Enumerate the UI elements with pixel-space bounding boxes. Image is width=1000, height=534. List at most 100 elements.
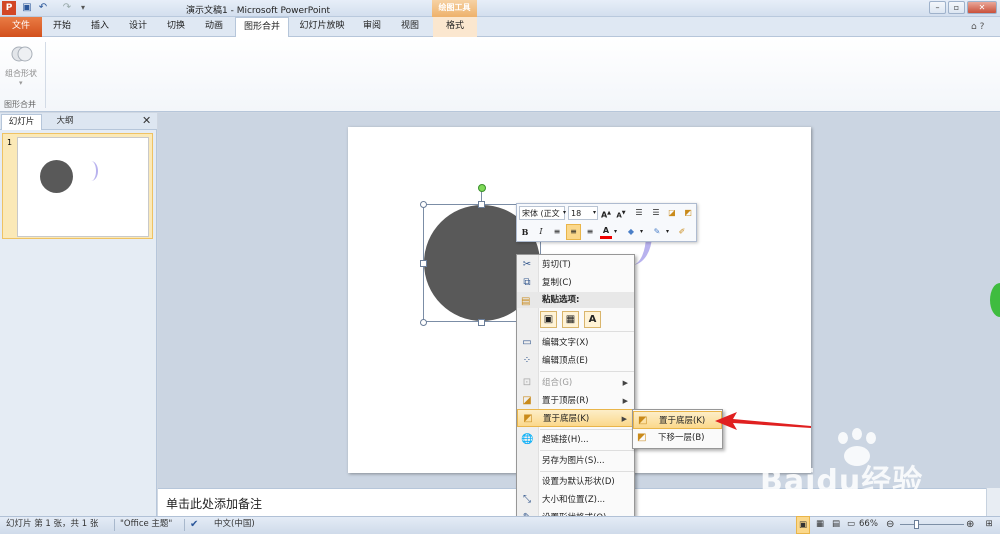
chevron-down-icon[interactable]: ▾ <box>664 225 671 239</box>
menu-item-cut[interactable]: ✂ 剪切(T) <box>517 256 634 274</box>
zoom-slider[interactable] <box>900 524 964 525</box>
resize-handle-n[interactable] <box>478 201 485 208</box>
submenu-item-send-backward[interactable]: ◩ 下移一层(B) <box>633 429 722 447</box>
align-right-icon[interactable]: ≡ <box>584 225 596 239</box>
shape-outline-icon[interactable]: ✎ <box>650 225 664 239</box>
font-name-box[interactable]: 宋体 (正文 <box>519 206 565 220</box>
notes-scrollbar[interactable] <box>986 488 1000 516</box>
menu-item-edit-points[interactable]: ⁘ 编辑顶点(E) <box>517 352 634 370</box>
send-backward-icon[interactable]: ◩ <box>682 206 694 220</box>
reading-view-icon[interactable]: ▤ <box>830 516 842 534</box>
paste-text-only-icon[interactable]: A <box>584 311 601 328</box>
menu-separator <box>540 471 634 472</box>
tab-animations[interactable]: 动画 <box>200 17 228 37</box>
save-icon[interactable]: ▣ <box>20 1 34 15</box>
spell-check-icon[interactable]: ✔ <box>190 516 198 534</box>
close-button[interactable]: ✕ <box>967 1 997 14</box>
resize-handle-w[interactable] <box>420 260 427 267</box>
bring-forward-icon[interactable]: ◪ <box>666 206 678 220</box>
combine-shapes-label[interactable]: 组合形状 <box>5 68 37 79</box>
notes-placeholder[interactable]: 单击此处添加备注 <box>166 495 262 512</box>
menu-item-label: 另存为图片(S)... <box>542 456 605 466</box>
bold-button[interactable]: B <box>519 225 531 239</box>
slide-number: 1 <box>7 138 13 147</box>
menu-item-save-as-picture[interactable]: 另存为图片(S)... <box>517 452 634 470</box>
tab-review[interactable]: 审阅 <box>358 17 386 37</box>
resize-handle-s[interactable] <box>478 319 485 326</box>
tab-home[interactable]: 开始 <box>48 17 76 37</box>
menu-item-send-to-back[interactable]: ◩ 置于底层(K) ▶ <box>517 409 634 427</box>
menu-item-edit-text[interactable]: ▭ 编辑文字(X) <box>517 334 634 352</box>
fit-to-window-icon[interactable]: ⊞ <box>982 516 996 534</box>
close-pane-icon[interactable]: ✕ <box>142 114 151 127</box>
tab-insert[interactable]: 插入 <box>86 17 114 37</box>
paste-use-destination-theme-icon[interactable]: ▣ <box>540 311 557 328</box>
align-center-icon[interactable]: ≡ <box>566 224 581 240</box>
zoom-in-icon[interactable]: ⊕ <box>966 516 974 534</box>
chevron-down-icon[interactable]: ▾ <box>612 225 619 239</box>
tab-transitions[interactable]: 切换 <box>162 17 190 37</box>
normal-view-icon[interactable]: ▣ <box>796 516 810 534</box>
theme-name[interactable]: "Office 主题" <box>120 516 172 534</box>
redo-icon[interactable]: ↷ <box>60 1 74 15</box>
zoom-slider-thumb[interactable] <box>914 520 919 529</box>
slide-thumbnail[interactable] <box>17 137 149 237</box>
thumbnail-circle <box>40 160 73 193</box>
customize-toolbar-icon[interactable]: ▾ <box>76 1 90 15</box>
menu-item-set-default-shape[interactable]: 设置为默认形状(D) <box>517 473 634 491</box>
tab-file[interactable]: 文件 <box>0 17 42 37</box>
submenu-item-send-to-back[interactable]: ◩ 置于底层(K) <box>633 411 722 429</box>
slideshow-icon[interactable]: ▭ <box>845 516 857 534</box>
combine-shapes-icon[interactable] <box>10 42 34 66</box>
resize-handle-nw[interactable] <box>420 201 427 208</box>
chevron-down-icon[interactable]: ▾ <box>591 206 598 220</box>
submenu-arrow-icon: ▶ <box>622 379 628 387</box>
zoom-out-icon[interactable]: ⊖ <box>886 516 894 534</box>
grow-font-icon[interactable]: A▲ <box>600 206 612 220</box>
rotation-handle[interactable] <box>478 184 486 192</box>
shape-fill-icon[interactable]: ◆ <box>624 225 638 239</box>
slide-sorter-icon[interactable]: ▦ <box>814 516 826 534</box>
minimize-button[interactable]: – <box>929 1 946 14</box>
paste-picture-icon[interactable]: ▦ <box>562 311 579 328</box>
menu-item-group[interactable]: ⊡ 组合(G) ▶ <box>517 374 634 392</box>
tab-view[interactable]: 视图 <box>396 17 424 37</box>
tab-shape-merge[interactable]: 图形合并 <box>235 17 289 38</box>
tab-format[interactable]: 格式 <box>433 17 477 37</box>
italic-button[interactable]: I <box>535 225 547 239</box>
tab-outline[interactable]: 大纲 <box>46 114 84 130</box>
increase-indent-icon[interactable]: ☰ <box>650 206 662 220</box>
font-color-icon[interactable]: A <box>600 225 612 239</box>
paste-options-label: 粘贴选项: <box>542 295 580 305</box>
maximize-button[interactable]: ▫ <box>948 1 965 14</box>
chevron-down-icon[interactable]: ▾ <box>638 225 645 239</box>
menu-item-hyperlink[interactable]: 🌐 超链接(H)... <box>517 431 634 449</box>
menu-item-copy[interactable]: ⧉ 复制(C) <box>517 274 634 292</box>
group-icon: ⊡ <box>522 377 532 388</box>
bring-to-front-icon: ◪ <box>522 395 532 406</box>
chevron-down-icon[interactable]: ▾ <box>561 206 568 220</box>
help-icon[interactable]: ⌂ ? <box>971 22 984 32</box>
format-painter-icon[interactable]: ✐ <box>676 225 688 239</box>
scissors-icon: ✂ <box>522 259 532 270</box>
powerpoint-logo-icon[interactable]: P <box>2 1 16 15</box>
edit-points-icon: ⁘ <box>522 355 532 366</box>
shrink-font-icon[interactable]: A▼ <box>615 206 627 220</box>
menu-item-label: 组合(G) <box>542 378 573 388</box>
undo-icon[interactable]: ↶ <box>36 1 50 15</box>
tab-slideshow[interactable]: 幻灯片放映 <box>296 17 348 37</box>
submenu-arrow-icon: ▶ <box>622 397 628 405</box>
decrease-indent-icon[interactable]: ☰ <box>633 206 645 220</box>
size-position-icon: ⤡ <box>523 494 531 505</box>
send-to-back-icon: ◩ <box>523 413 533 424</box>
zoom-level[interactable]: 66% <box>859 516 878 534</box>
language[interactable]: 中文(中国) <box>214 516 255 534</box>
resize-handle-sw[interactable] <box>420 319 427 326</box>
menu-item-bring-to-front[interactable]: ◪ 置于顶层(R) ▶ <box>517 392 634 410</box>
tab-slides[interactable]: 幻灯片 <box>1 114 42 130</box>
chevron-down-icon[interactable]: ▾ <box>19 79 23 87</box>
menu-item-label: 复制(C) <box>542 278 572 288</box>
align-left-icon[interactable]: ≡ <box>551 225 563 239</box>
menu-item-size-position[interactable]: ⤡ 大小和位置(Z)... <box>517 491 634 509</box>
tab-design[interactable]: 设计 <box>124 17 152 37</box>
